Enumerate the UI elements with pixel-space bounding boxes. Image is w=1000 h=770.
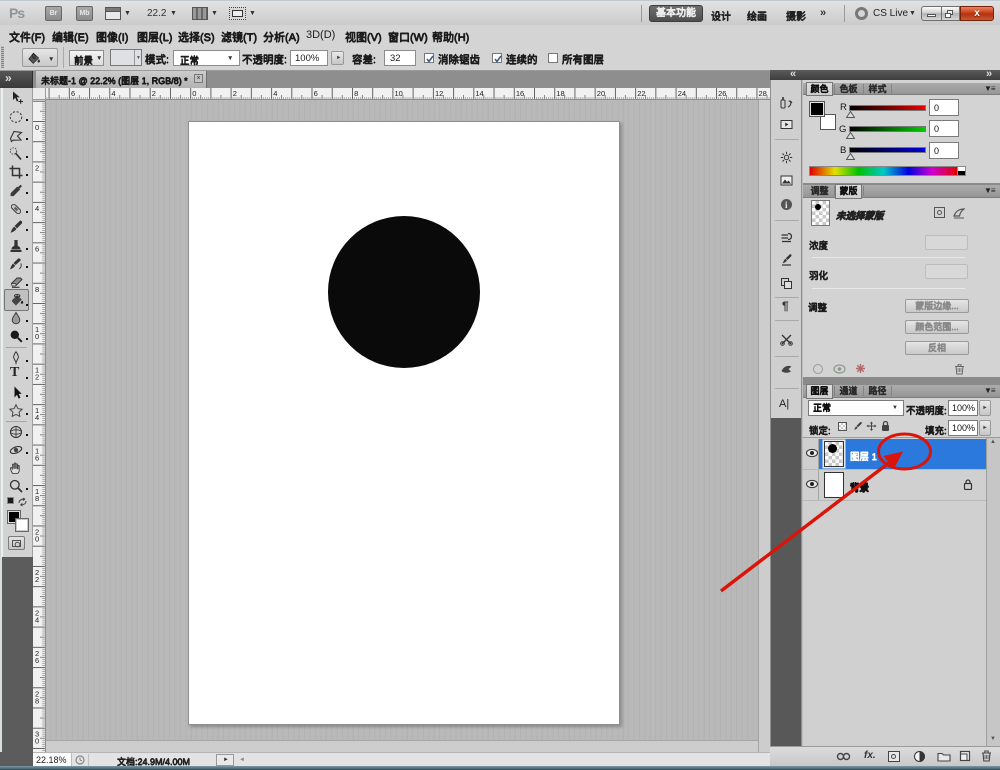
svg-text:4: 4 xyxy=(35,204,39,213)
svg-text:8: 8 xyxy=(35,696,39,705)
svg-text:2: 2 xyxy=(35,163,39,172)
svg-text:0: 0 xyxy=(192,89,196,98)
svg-text:18: 18 xyxy=(556,89,564,98)
svg-text:4: 4 xyxy=(35,615,39,624)
svg-text:4: 4 xyxy=(35,413,39,422)
svg-text:6: 6 xyxy=(314,89,318,98)
svg-text:12: 12 xyxy=(435,89,443,98)
svg-text:24: 24 xyxy=(678,89,686,98)
svg-text:4: 4 xyxy=(111,89,115,98)
svg-text:8: 8 xyxy=(35,494,39,503)
svg-text:22: 22 xyxy=(637,89,645,98)
svg-text:0: 0 xyxy=(35,737,39,746)
svg-text:8: 8 xyxy=(35,285,39,294)
svg-text:0: 0 xyxy=(35,332,39,341)
svg-text:28: 28 xyxy=(759,89,767,98)
svg-text:16: 16 xyxy=(516,89,524,98)
svg-text:8: 8 xyxy=(354,89,358,98)
svg-text:2: 2 xyxy=(35,575,39,584)
svg-text:6: 6 xyxy=(35,454,39,463)
svg-text:14: 14 xyxy=(475,89,483,98)
svg-text:26: 26 xyxy=(718,89,726,98)
svg-text:2: 2 xyxy=(35,373,39,382)
svg-text:0: 0 xyxy=(35,535,39,544)
svg-text:0: 0 xyxy=(35,123,39,132)
svg-text:2: 2 xyxy=(152,89,156,98)
svg-text:6: 6 xyxy=(35,656,39,665)
svg-text:4: 4 xyxy=(273,89,277,98)
svg-text:6: 6 xyxy=(71,89,75,98)
svg-text:20: 20 xyxy=(597,89,605,98)
svg-text:6: 6 xyxy=(35,244,39,253)
svg-text:10: 10 xyxy=(395,89,403,98)
svg-text:2: 2 xyxy=(233,89,237,98)
